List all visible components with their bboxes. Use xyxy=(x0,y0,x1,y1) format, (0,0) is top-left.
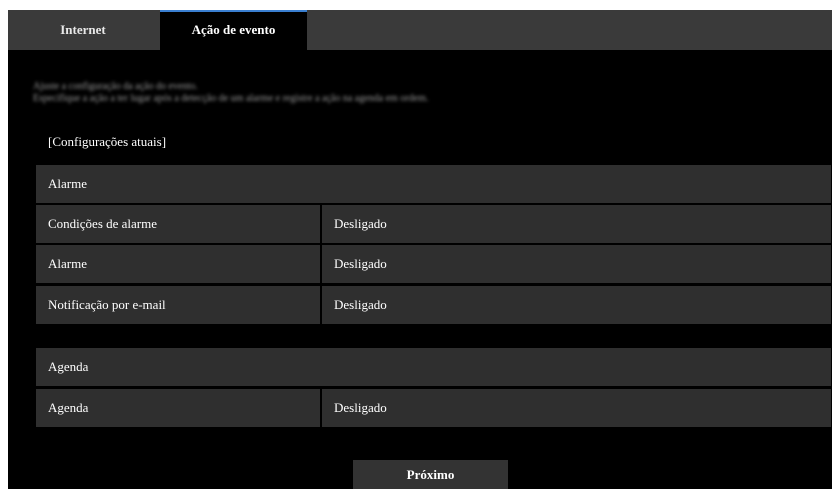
table-row-alarm-conditions: Condições de alarme Desligado xyxy=(36,205,831,243)
schedule-value: Desligado xyxy=(322,389,831,427)
table-row-email-notification: Notificação por e-mail Desligado xyxy=(36,286,831,324)
table-row-alarm: Alarme Desligado xyxy=(36,245,831,283)
description-text: Ajuste a configuração da ação do evento.… xyxy=(33,81,428,105)
description-line-1: Ajuste a configuração da ação do evento. xyxy=(33,81,198,92)
alarm-label: Alarme xyxy=(36,245,320,283)
current-settings-title: [Configurações atuais] xyxy=(48,134,167,149)
tab-bar: Internet Ação de evento xyxy=(8,10,832,50)
schedule-label: Agenda xyxy=(36,389,320,427)
email-notification-label: Notificação por e-mail xyxy=(36,286,320,324)
next-button[interactable]: Próximo xyxy=(353,460,508,489)
alarm-conditions-value: Desligado xyxy=(322,205,831,243)
email-notification-value: Desligado xyxy=(322,286,831,324)
settings-panel: Internet Ação de evento Ajuste a configu… xyxy=(8,10,832,489)
alarm-conditions-label: Condições de alarme xyxy=(36,205,320,243)
alarm-value: Desligado xyxy=(322,245,831,283)
table-row-schedule: Agenda Desligado xyxy=(36,389,831,427)
alarm-header-label: Alarme xyxy=(36,165,831,203)
alarm-section-header: Alarme xyxy=(36,165,831,203)
schedule-header-label: Agenda xyxy=(36,348,831,386)
description-line-2: Especifique a ação a ter lugar após a de… xyxy=(33,93,429,104)
tab-event-action[interactable]: Ação de evento xyxy=(160,10,307,50)
schedule-section-header: Agenda xyxy=(36,348,831,386)
tab-internet[interactable]: Internet xyxy=(8,10,158,50)
